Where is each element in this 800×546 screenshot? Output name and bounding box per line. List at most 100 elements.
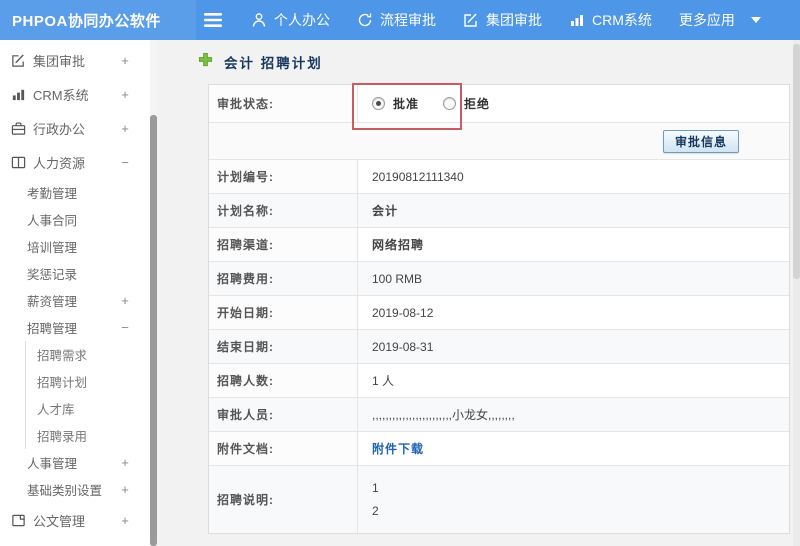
form-row-start-date: 开始日期: 2019-08-12 <box>209 295 789 329</box>
field-label: 审批人员: <box>209 398 358 431</box>
briefcase-icon <box>10 120 26 136</box>
top-bar: PHPOA协同办公软件 个人办公 流程审批 集团审批 CRM系统 更多应用 <box>0 0 800 40</box>
nav-group-approval[interactable]: 集团审批 <box>463 10 542 30</box>
sidebar-item-reward-punishment[interactable]: 奖惩记录 <box>0 260 157 287</box>
field-label: 招聘渠道: <box>209 228 358 261</box>
field-label: 开始日期: <box>209 296 358 329</box>
nav-crm-system[interactable]: CRM系统 <box>569 10 652 30</box>
sidebar-item-label: 招聘需求 <box>37 349 88 363</box>
sidebar-item-label: 基础类别设置 <box>27 484 103 498</box>
form-row-approval-info: 审批信息 <box>209 122 789 159</box>
sidebar-item-group-approval[interactable]: 集团审批 + <box>0 43 157 77</box>
expand-toggle[interactable]: + <box>119 87 131 102</box>
sidebar-item-base-category-settings[interactable]: 基础类别设置 + <box>0 476 157 503</box>
sidebar-item-admin-office[interactable]: 行政办公 + <box>0 111 157 145</box>
sidebar-item-label: 薪资管理 <box>27 295 78 309</box>
approval-info-button[interactable]: 审批信息 <box>662 129 739 153</box>
sidebar-scrollbar-track[interactable] <box>150 40 157 546</box>
form-row-headcount: 招聘人数: 1 人 <box>209 363 789 397</box>
sidebar-item-recruit-plan[interactable]: 招聘计划 <box>25 368 157 395</box>
sidebar-item-label: 公文管理 <box>33 513 86 529</box>
expand-toggle[interactable]: + <box>119 455 131 470</box>
description-line: 2 <box>372 504 379 518</box>
page-title: 会计 招聘计划 <box>224 56 323 71</box>
field-value: ,,,,,,,,,,,,,,,,,,,,,,,,小龙女,,,,,,,, <box>372 408 515 422</box>
sidebar-item-personnel-mgmt[interactable]: 人事管理 + <box>0 449 157 476</box>
sidebar-item-label: 考勤管理 <box>27 187 78 201</box>
sidebar-item-label: 招聘录用 <box>37 430 88 444</box>
sidebar-item-attendance-mgmt[interactable]: 考勤管理 <box>0 179 157 206</box>
form-row-approval-status: 审批状态: 批准 拒绝 <box>209 85 789 122</box>
form-row-attachment: 附件文档: 附件下载 <box>209 431 789 465</box>
page-scrollbar-thumb[interactable] <box>793 44 800 279</box>
sidebar-item-recruit-demand[interactable]: 招聘需求 <box>25 341 157 368</box>
sidebar-item-hr-contract[interactable]: 人事合同 <box>0 206 157 233</box>
expand-toggle[interactable]: + <box>119 482 131 497</box>
sidebar-item-label: 人事管理 <box>27 457 78 471</box>
form-row-end-date: 结束日期: 2019-08-31 <box>209 329 789 363</box>
sidebar-item-label: 人事合同 <box>27 214 78 228</box>
sidebar-item-document-mgmt[interactable]: 公文管理 + <box>0 503 157 537</box>
page-title-row: 会计 招聘计划 <box>157 40 793 84</box>
radio-option-reject[interactable]: 拒绝 <box>443 95 490 112</box>
attachment-download-link[interactable]: 附件下载 <box>372 440 424 457</box>
field-value: 100 RMB <box>372 271 423 286</box>
expand-toggle[interactable]: + <box>119 293 131 308</box>
sidebar-item-talent-pool[interactable]: 人才库 <box>25 395 157 422</box>
sidebar-item-label: CRM系统 <box>33 87 89 103</box>
expand-toggle[interactable]: + <box>119 53 131 68</box>
sidebar-item-recruit-hiring[interactable]: 招聘录用 <box>25 422 157 449</box>
page-scrollbar-track[interactable] <box>793 40 800 546</box>
sidebar-item-label: 人力资源 <box>33 155 86 171</box>
expand-toggle[interactable]: + <box>119 121 131 136</box>
field-label: 招聘说明: <box>209 466 358 533</box>
approval-status-radio-group: 批准 拒绝 <box>372 95 490 112</box>
book-icon <box>10 154 26 170</box>
form-row-recruit-channel: 招聘渠道: 网络招聘 <box>209 227 789 261</box>
field-label: 附件文档: <box>209 432 358 465</box>
form-row-recruit-description: 招聘说明: 1 2 <box>209 465 789 533</box>
sidebar-item-training-mgmt[interactable]: 培训管理 <box>0 233 157 260</box>
radio-option-approve[interactable]: 批准 <box>372 95 419 112</box>
expand-toggle[interactable]: + <box>119 513 131 528</box>
edit-icon <box>463 12 479 28</box>
field-value: 会计 <box>372 204 399 218</box>
sidebar-item-label: 招聘管理 <box>27 322 78 336</box>
nav-more-apps[interactable]: 更多应用 <box>679 10 761 30</box>
sidebar-item-label: 人才库 <box>37 403 75 417</box>
nav-label: 集团审批 <box>486 12 542 28</box>
sidebar-item-label: 培训管理 <box>27 241 78 255</box>
sidebar-item-vehicle-mgmt[interactable]: 用车管理 + <box>0 537 157 546</box>
nav-workflow-approval[interactable]: 流程审批 <box>357 10 436 30</box>
nav-label: 流程审批 <box>380 12 436 28</box>
nav-label: CRM系统 <box>592 12 652 28</box>
field-value: 网络招聘 <box>372 238 425 252</box>
recruit-plan-form: 审批状态: 批准 拒绝 审批信息 计划编号: 20190812111340 计划… <box>208 83 790 534</box>
field-value: 1 人 <box>372 374 395 388</box>
caret-down-icon <box>750 17 761 23</box>
sidebar-item-salary-mgmt[interactable]: 薪资管理 + <box>0 287 157 314</box>
sidebar-item-crm-system[interactable]: CRM系统 + <box>0 77 157 111</box>
field-value: 2019-08-31 <box>372 339 434 354</box>
main-content: 会计 招聘计划 审批状态: 批准 拒绝 审批信息 计划编号: 201908121… <box>157 40 793 546</box>
sidebar-item-label: 行政办公 <box>33 121 86 137</box>
field-label: 结束日期: <box>209 330 358 363</box>
add-icon[interactable] <box>198 52 213 72</box>
sidebar-item-human-resources[interactable]: 人力资源 − <box>0 145 157 179</box>
sidebar-item-label: 集团审批 <box>33 53 86 69</box>
person-icon <box>251 12 267 28</box>
sidebar-item-recruit-mgmt[interactable]: 招聘管理 − <box>0 314 157 341</box>
nav-label: 个人办公 <box>274 12 330 28</box>
hamburger-menu-icon[interactable] <box>202 0 224 40</box>
radio-button-reject[interactable] <box>443 97 457 110</box>
field-value: 20190812111340 <box>372 169 464 184</box>
radio-button-approve[interactable] <box>372 97 385 110</box>
form-row-plan-number: 计划编号: 20190812111340 <box>209 159 789 193</box>
form-row-plan-name: 计划名称: 会计 <box>209 193 789 227</box>
collapse-toggle[interactable]: − <box>119 155 131 170</box>
collapse-toggle[interactable]: − <box>119 320 131 335</box>
field-label: 审批状态: <box>209 85 358 122</box>
sidebar-scrollbar-thumb[interactable] <box>150 115 157 546</box>
nav-label: 更多应用 <box>678 12 735 28</box>
nav-personal-office[interactable]: 个人办公 <box>251 10 330 30</box>
